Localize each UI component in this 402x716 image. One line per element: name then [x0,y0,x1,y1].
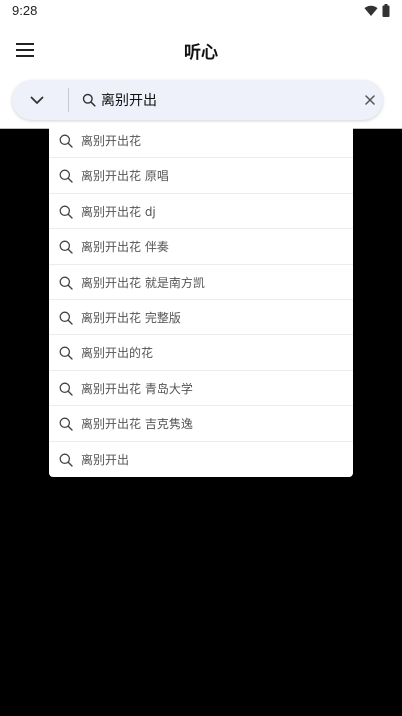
search-icon [59,276,73,290]
suggestion-text: 离别开出花 就是南方凯 [81,275,205,290]
search-icon [59,311,73,325]
chevron-down-icon [30,96,44,104]
suggestion-item[interactable]: 离别开出花 就是南方凯 [49,265,353,300]
suggestion-text: 离别开出花 伴奏 [81,240,169,255]
search-icon [59,382,73,396]
clear-search-button[interactable] [362,92,378,108]
status-icons [364,4,390,17]
suggestion-text: 离别开出花 青岛大学 [81,381,193,396]
search-icon [59,346,73,361]
suggestion-item[interactable]: 离别开出花 吉克隽逸 [49,406,353,442]
suggestion-item[interactable]: 离别开出花 [49,123,353,159]
suggestion-item[interactable]: 离别开出 [49,442,353,477]
suggestion-item[interactable]: 离别开出花 dj [49,194,353,230]
suggestion-list: 离别开出花离别开出花 原唱 离别开出花 dj 离别开出花 伴奏离别开出花 就是南方凯… [49,123,353,477]
suggestion-item[interactable]: 离别开出花 原唱 [49,158,353,194]
app-bar: 听心 [0,24,402,78]
search-icon [59,205,73,219]
collapse-button[interactable] [26,89,48,111]
suggestion-text: 离别开出 [81,452,130,467]
suggestion-text: 离别开出花 dj [81,204,156,219]
search-icon [59,417,73,431]
suggestion-item[interactable]: 离别开出花 青岛大学 [49,371,353,407]
status-time: 9:28 [12,3,38,18]
suggestion-item[interactable]: 离别开出花 伴奏 [49,229,353,265]
search-icon [59,134,73,148]
wifi-icon [364,5,378,16]
app-title: 听心 [184,43,218,63]
close-icon [365,95,375,105]
status-bar: 9:28 [0,0,402,24]
search-input[interactable] [101,88,351,112]
search-divider [68,88,69,112]
suggestion-text: 离别开出花 [81,134,142,148]
suggestion-text: 离别开出花 原唱 [81,169,169,184]
search-bar-container [0,78,402,129]
search-bar [12,80,383,120]
battery-icon [382,4,390,17]
search-icon [82,93,96,107]
suggestion-text: 离别开出花 吉克隽逸 [81,417,193,432]
search-icon [59,169,73,184]
search-icon [59,240,73,254]
suggestion-item[interactable]: 离别开出的花 [49,335,353,371]
suggestion-text: 离别开出花 完整版 [81,310,181,325]
suggestion-text: 离别开出的花 [81,346,154,361]
search-icon [59,453,73,467]
suggestion-item[interactable]: 离别开出花 完整版 [49,300,353,336]
